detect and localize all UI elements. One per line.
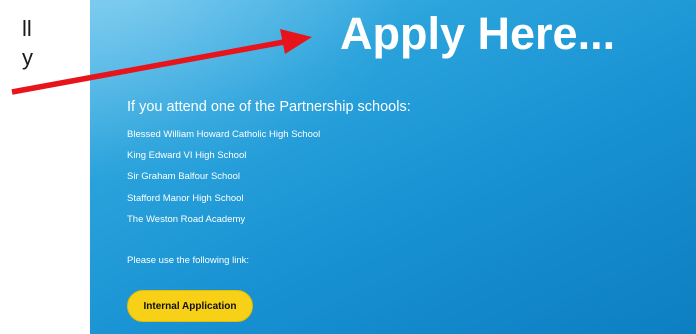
internal-application-button[interactable]: Internal Application: [127, 290, 253, 322]
school-item: Blessed William Howard Catholic High Sch…: [127, 129, 321, 140]
school-item: King Edward VI High School: [127, 150, 247, 162]
screenshot-stage: ll y Apply Here... If you attend one of …: [0, 0, 696, 334]
school-item: Sir Graham Balfour School: [127, 171, 240, 183]
link-instruction: Please use the following link:: [127, 255, 249, 266]
school-list: Blessed William Howard Catholic High Sch…: [127, 128, 320, 234]
cropped-document-text: ll y: [0, 0, 92, 334]
school-item: Stafford Manor High School: [127, 192, 244, 204]
partnership-intro: If you attend one of the Partnership sch…: [127, 99, 411, 115]
panel-title: Apply Here...: [340, 8, 616, 59]
school-item: The Weston Road Academy: [127, 213, 246, 225]
cropped-text-line-1: ll: [22, 16, 32, 41]
apply-panel: Apply Here... If you attend one of the P…: [90, 0, 696, 334]
cropped-text-line-2: y: [22, 45, 33, 70]
